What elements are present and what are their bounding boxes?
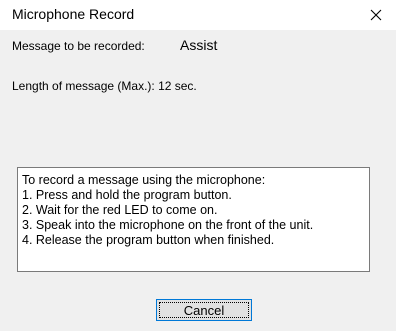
instruction-line: 3. Speak into the microphone on the fron… bbox=[22, 218, 314, 232]
microphone-record-dialog: Microphone Record Message to be recorded… bbox=[0, 0, 396, 331]
instruction-line: 1. Press and hold the program button. bbox=[22, 188, 232, 202]
length-label: Length of message (Max.): 12 sec. bbox=[12, 79, 197, 93]
title-bar: Microphone Record bbox=[0, 0, 396, 30]
instructions-box: To record a message using the microphone… bbox=[17, 167, 370, 272]
close-button[interactable] bbox=[356, 0, 396, 30]
message-label: Message to be recorded: bbox=[12, 39, 145, 53]
message-value: Assist bbox=[180, 37, 218, 53]
window-title: Microphone Record bbox=[12, 6, 135, 22]
focus-rectangle bbox=[159, 302, 249, 318]
instruction-line: 4. Release the program button when finis… bbox=[22, 233, 275, 247]
close-icon bbox=[370, 9, 382, 21]
instruction-line: 2. Wait for the red LED to come on. bbox=[22, 203, 218, 217]
cancel-button[interactable]: Cancel bbox=[156, 299, 252, 321]
instruction-line: To record a message using the microphone… bbox=[22, 173, 266, 187]
